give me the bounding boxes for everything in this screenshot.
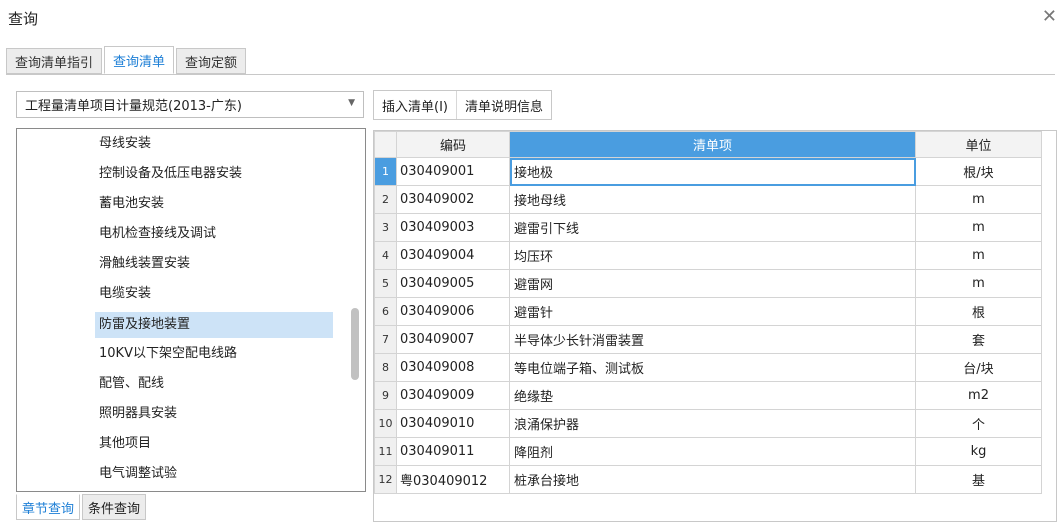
header-code[interactable]: 编码: [396, 131, 510, 158]
cell-unit[interactable]: m2: [915, 381, 1042, 410]
row-number: 4: [374, 241, 397, 270]
list-info-button[interactable]: 清单说明信息: [455, 91, 551, 119]
table-row[interactable]: 2 030409002 接地母线 m: [374, 185, 1042, 214]
cell-name[interactable]: 避雷网: [509, 269, 916, 298]
table-row[interactable]: 9 030409009 绝缘垫 m2: [374, 381, 1042, 410]
table-row[interactable]: 6 030409006 避雷针 根: [374, 297, 1042, 326]
main-tabs: 查询清单指引 查询清单 查询定额: [6, 46, 248, 74]
toolbar: 插入清单(I) 清单说明信息: [373, 90, 552, 120]
row-number: 1: [374, 157, 397, 186]
cell-name[interactable]: 均压环: [509, 241, 916, 270]
cell-name[interactable]: 降阻剂: [509, 437, 916, 466]
cell-code[interactable]: 030409006: [396, 297, 510, 326]
list-grid: 编码 清单项 单位 1 030409001 接地极 根/块 2 03040900…: [373, 130, 1057, 522]
cell-unit[interactable]: 基: [915, 465, 1042, 494]
cell-unit[interactable]: m: [915, 185, 1042, 214]
tree-item[interactable]: 蓄电池安装: [95, 191, 168, 217]
window-title: 查询: [8, 10, 39, 28]
standard-select-value: 工程量清单项目计量规范(2013-广东): [25, 99, 242, 114]
row-number: 11: [374, 437, 397, 466]
tree-scrollbar[interactable]: [351, 308, 359, 380]
row-number: 6: [374, 297, 397, 326]
cell-code[interactable]: 030409004: [396, 241, 510, 270]
list-table: 编码 清单项 单位 1 030409001 接地极 根/块 2 03040900…: [374, 131, 1042, 494]
bottom-tabs: 章节查询 条件查询: [16, 494, 148, 520]
cell-unit[interactable]: kg: [915, 437, 1042, 466]
cell-name[interactable]: 桩承台接地: [509, 465, 916, 494]
row-number: 9: [374, 381, 397, 410]
tree-item[interactable]: 电缆安装: [95, 281, 155, 307]
row-number: 2: [374, 185, 397, 214]
table-row[interactable]: 4 030409004 均压环 m: [374, 241, 1042, 270]
cell-name[interactable]: 等电位端子箱、测试板: [509, 353, 916, 382]
table-row[interactable]: 5 030409005 避雷网 m: [374, 269, 1042, 298]
cell-name[interactable]: 半导体少长针消雷装置: [509, 325, 916, 354]
table-row[interactable]: 3 030409003 避雷引下线 m: [374, 213, 1042, 242]
tree-item-selected[interactable]: 防雷及接地装置: [95, 312, 333, 338]
tab-chapter-query[interactable]: 章节查询: [16, 494, 81, 520]
cell-code[interactable]: 030409011: [396, 437, 510, 466]
cell-code[interactable]: 粤030409012: [396, 465, 510, 494]
cell-code[interactable]: 030409010: [396, 409, 510, 438]
tree-item[interactable]: 其他项目: [95, 431, 155, 457]
table-row[interactable]: 10 030409010 浪涌保护器 个: [374, 409, 1042, 438]
cell-name[interactable]: 浪涌保护器: [509, 409, 916, 438]
table-row[interactable]: 8 030409008 等电位端子箱、测试板 台/块: [374, 353, 1042, 382]
tree-item[interactable]: 电气调整试验: [95, 461, 181, 487]
row-number: 12: [374, 465, 397, 494]
cell-unit[interactable]: 个: [915, 409, 1042, 438]
cell-unit[interactable]: 根/块: [915, 157, 1042, 186]
header-rownum: [374, 131, 397, 158]
cell-code[interactable]: 030409002: [396, 185, 510, 214]
cell-name[interactable]: 接地极: [509, 157, 916, 186]
header-name[interactable]: 清单项: [509, 131, 916, 158]
tree-item[interactable]: 电机检查接线及调试: [95, 221, 220, 247]
table-row[interactable]: 1 030409001 接地极 根/块: [374, 157, 1042, 186]
table-row[interactable]: 11 030409011 降阻剂 kg: [374, 437, 1042, 466]
cell-unit[interactable]: 台/块: [915, 353, 1042, 382]
tree-item[interactable]: 滑触线装置安装: [95, 251, 194, 277]
tab-query-list[interactable]: 查询清单: [104, 46, 175, 74]
cell-code[interactable]: 030409001: [396, 157, 510, 186]
chapter-tree[interactable]: 母线安装 控制设备及低压电器安装 蓄电池安装 电机检查接线及调试 滑触线装置安装…: [16, 128, 366, 492]
cell-name[interactable]: 避雷针: [509, 297, 916, 326]
insert-list-button[interactable]: 插入清单(I): [374, 91, 456, 119]
cell-unit[interactable]: 根: [915, 297, 1042, 326]
tree-item[interactable]: 母线安装: [95, 131, 155, 157]
tree-item[interactable]: 10KV以下架空配电线路: [95, 341, 241, 367]
cell-name[interactable]: 避雷引下线: [509, 213, 916, 242]
tab-query-guide[interactable]: 查询清单指引: [6, 48, 103, 74]
standard-select[interactable]: 工程量清单项目计量规范(2013-广东) ▼: [16, 91, 364, 118]
tab-condition-query[interactable]: 条件查询: [82, 494, 147, 520]
cell-unit[interactable]: 套: [915, 325, 1042, 354]
cell-code[interactable]: 030409008: [396, 353, 510, 382]
tree-item[interactable]: 配管、配线: [95, 371, 168, 397]
row-number: 5: [374, 269, 397, 298]
row-number: 3: [374, 213, 397, 242]
tab-query-quota[interactable]: 查询定额: [176, 48, 247, 74]
tree-item[interactable]: 控制设备及低压电器安装: [95, 161, 246, 187]
cell-name[interactable]: 绝缘垫: [509, 381, 916, 410]
tab-divider: [6, 74, 1055, 75]
table-row[interactable]: 12 粤030409012 桩承台接地 基: [374, 465, 1042, 494]
cell-unit[interactable]: m: [915, 241, 1042, 270]
row-number: 10: [374, 409, 397, 438]
row-number: 8: [374, 353, 397, 382]
cell-code[interactable]: 030409003: [396, 213, 510, 242]
chevron-down-icon: ▼: [348, 98, 355, 108]
tree-item[interactable]: 照明器具安装: [95, 401, 181, 427]
cell-code[interactable]: 030409007: [396, 325, 510, 354]
cell-code[interactable]: 030409009: [396, 381, 510, 410]
cell-unit[interactable]: m: [915, 269, 1042, 298]
cell-unit[interactable]: m: [915, 213, 1042, 242]
close-icon[interactable]: ✕: [1042, 6, 1057, 27]
cell-name[interactable]: 接地母线: [509, 185, 916, 214]
row-number: 7: [374, 325, 397, 354]
table-row[interactable]: 7 030409007 半导体少长针消雷装置 套: [374, 325, 1042, 354]
cell-code[interactable]: 030409005: [396, 269, 510, 298]
header-unit[interactable]: 单位: [915, 131, 1042, 158]
